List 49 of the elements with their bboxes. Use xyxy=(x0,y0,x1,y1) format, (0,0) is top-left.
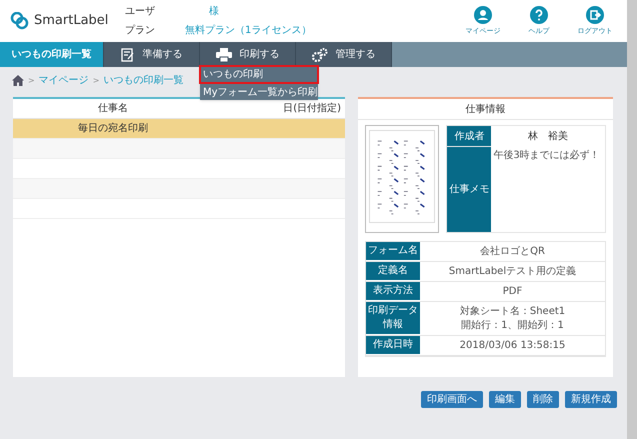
action-button[interactable]: 新規作成 xyxy=(565,391,617,408)
document-edit-icon xyxy=(120,48,134,62)
row-label: 仕事メモ xyxy=(447,146,492,232)
row-label: 印刷データ情報 xyxy=(366,302,420,335)
row-label: 表示方法 xyxy=(366,282,420,301)
menu-item[interactable]: いつもの印刷 xyxy=(200,66,318,83)
action-button[interactable]: 印刷画面へ xyxy=(421,391,483,408)
panel-title: 仕事情報 xyxy=(358,99,613,120)
row-label: 作成日時 xyxy=(366,336,420,355)
detail-value: SmartLabelテスト用の定義 xyxy=(448,264,576,278)
detail-value: PDF xyxy=(502,284,522,298)
nav-tab[interactable]: いつもの印刷一覧 xyxy=(0,42,104,67)
help-icon xyxy=(530,6,548,24)
user-label: ユーザ xyxy=(125,5,156,19)
table-row[interactable]: 毎日の宛名印刷 xyxy=(13,119,345,139)
menu-item[interactable]: Myフォーム一覧から印刷 xyxy=(200,83,318,100)
table-row[interactable] xyxy=(13,139,345,159)
detail-value: 2018/03/06 13:58:15 xyxy=(460,338,566,352)
scrollbar[interactable] xyxy=(627,0,637,439)
nav-tab[interactable]: 準備する xyxy=(104,42,200,67)
nav-tab[interactable]: 管理する xyxy=(296,42,392,67)
table-cell-text: 毎日の宛名印刷 xyxy=(77,122,149,136)
breadcrumb-link[interactable]: いつもの印刷一覧 xyxy=(103,73,184,88)
breadcrumb-link[interactable]: マイページ xyxy=(38,73,89,88)
printer-icon xyxy=(216,48,232,62)
breadcrumb-separator: > xyxy=(28,74,35,86)
user-icon xyxy=(474,6,492,24)
row-label: 定義名 xyxy=(366,262,420,281)
row-label: 作成者 xyxy=(447,126,492,146)
logout-icon xyxy=(586,6,604,24)
row-label: フォーム名 xyxy=(366,242,420,261)
detail-value: 対象シート名：Sheet1 xyxy=(460,304,566,318)
logo-text: SmartLabel xyxy=(34,12,108,30)
column-header: 日(日付指定) xyxy=(283,102,342,116)
plan-link[interactable]: 無料プラン（1ライセンス） xyxy=(185,23,312,38)
nav-tab[interactable]: 印刷する xyxy=(200,42,296,67)
home-icon[interactable] xyxy=(12,75,24,86)
breadcrumb-separator: > xyxy=(92,74,100,86)
column-header: 仕事名 xyxy=(97,102,129,116)
author-value: 林 裕美 xyxy=(527,130,570,144)
plan-label: プラン xyxy=(125,24,156,38)
gears-icon xyxy=(312,48,328,62)
action-button[interactable]: 削除 xyxy=(527,391,559,408)
logo-icon xyxy=(10,12,30,30)
detail-value: 開始行：1、開始列：1 xyxy=(461,318,564,332)
action-button[interactable]: 編集 xyxy=(489,391,521,408)
memo-text: 午後3時までには必ず！ xyxy=(492,148,601,163)
user-value: 様 xyxy=(208,4,220,19)
detail-value: 会社ロゴとQR xyxy=(480,244,545,258)
